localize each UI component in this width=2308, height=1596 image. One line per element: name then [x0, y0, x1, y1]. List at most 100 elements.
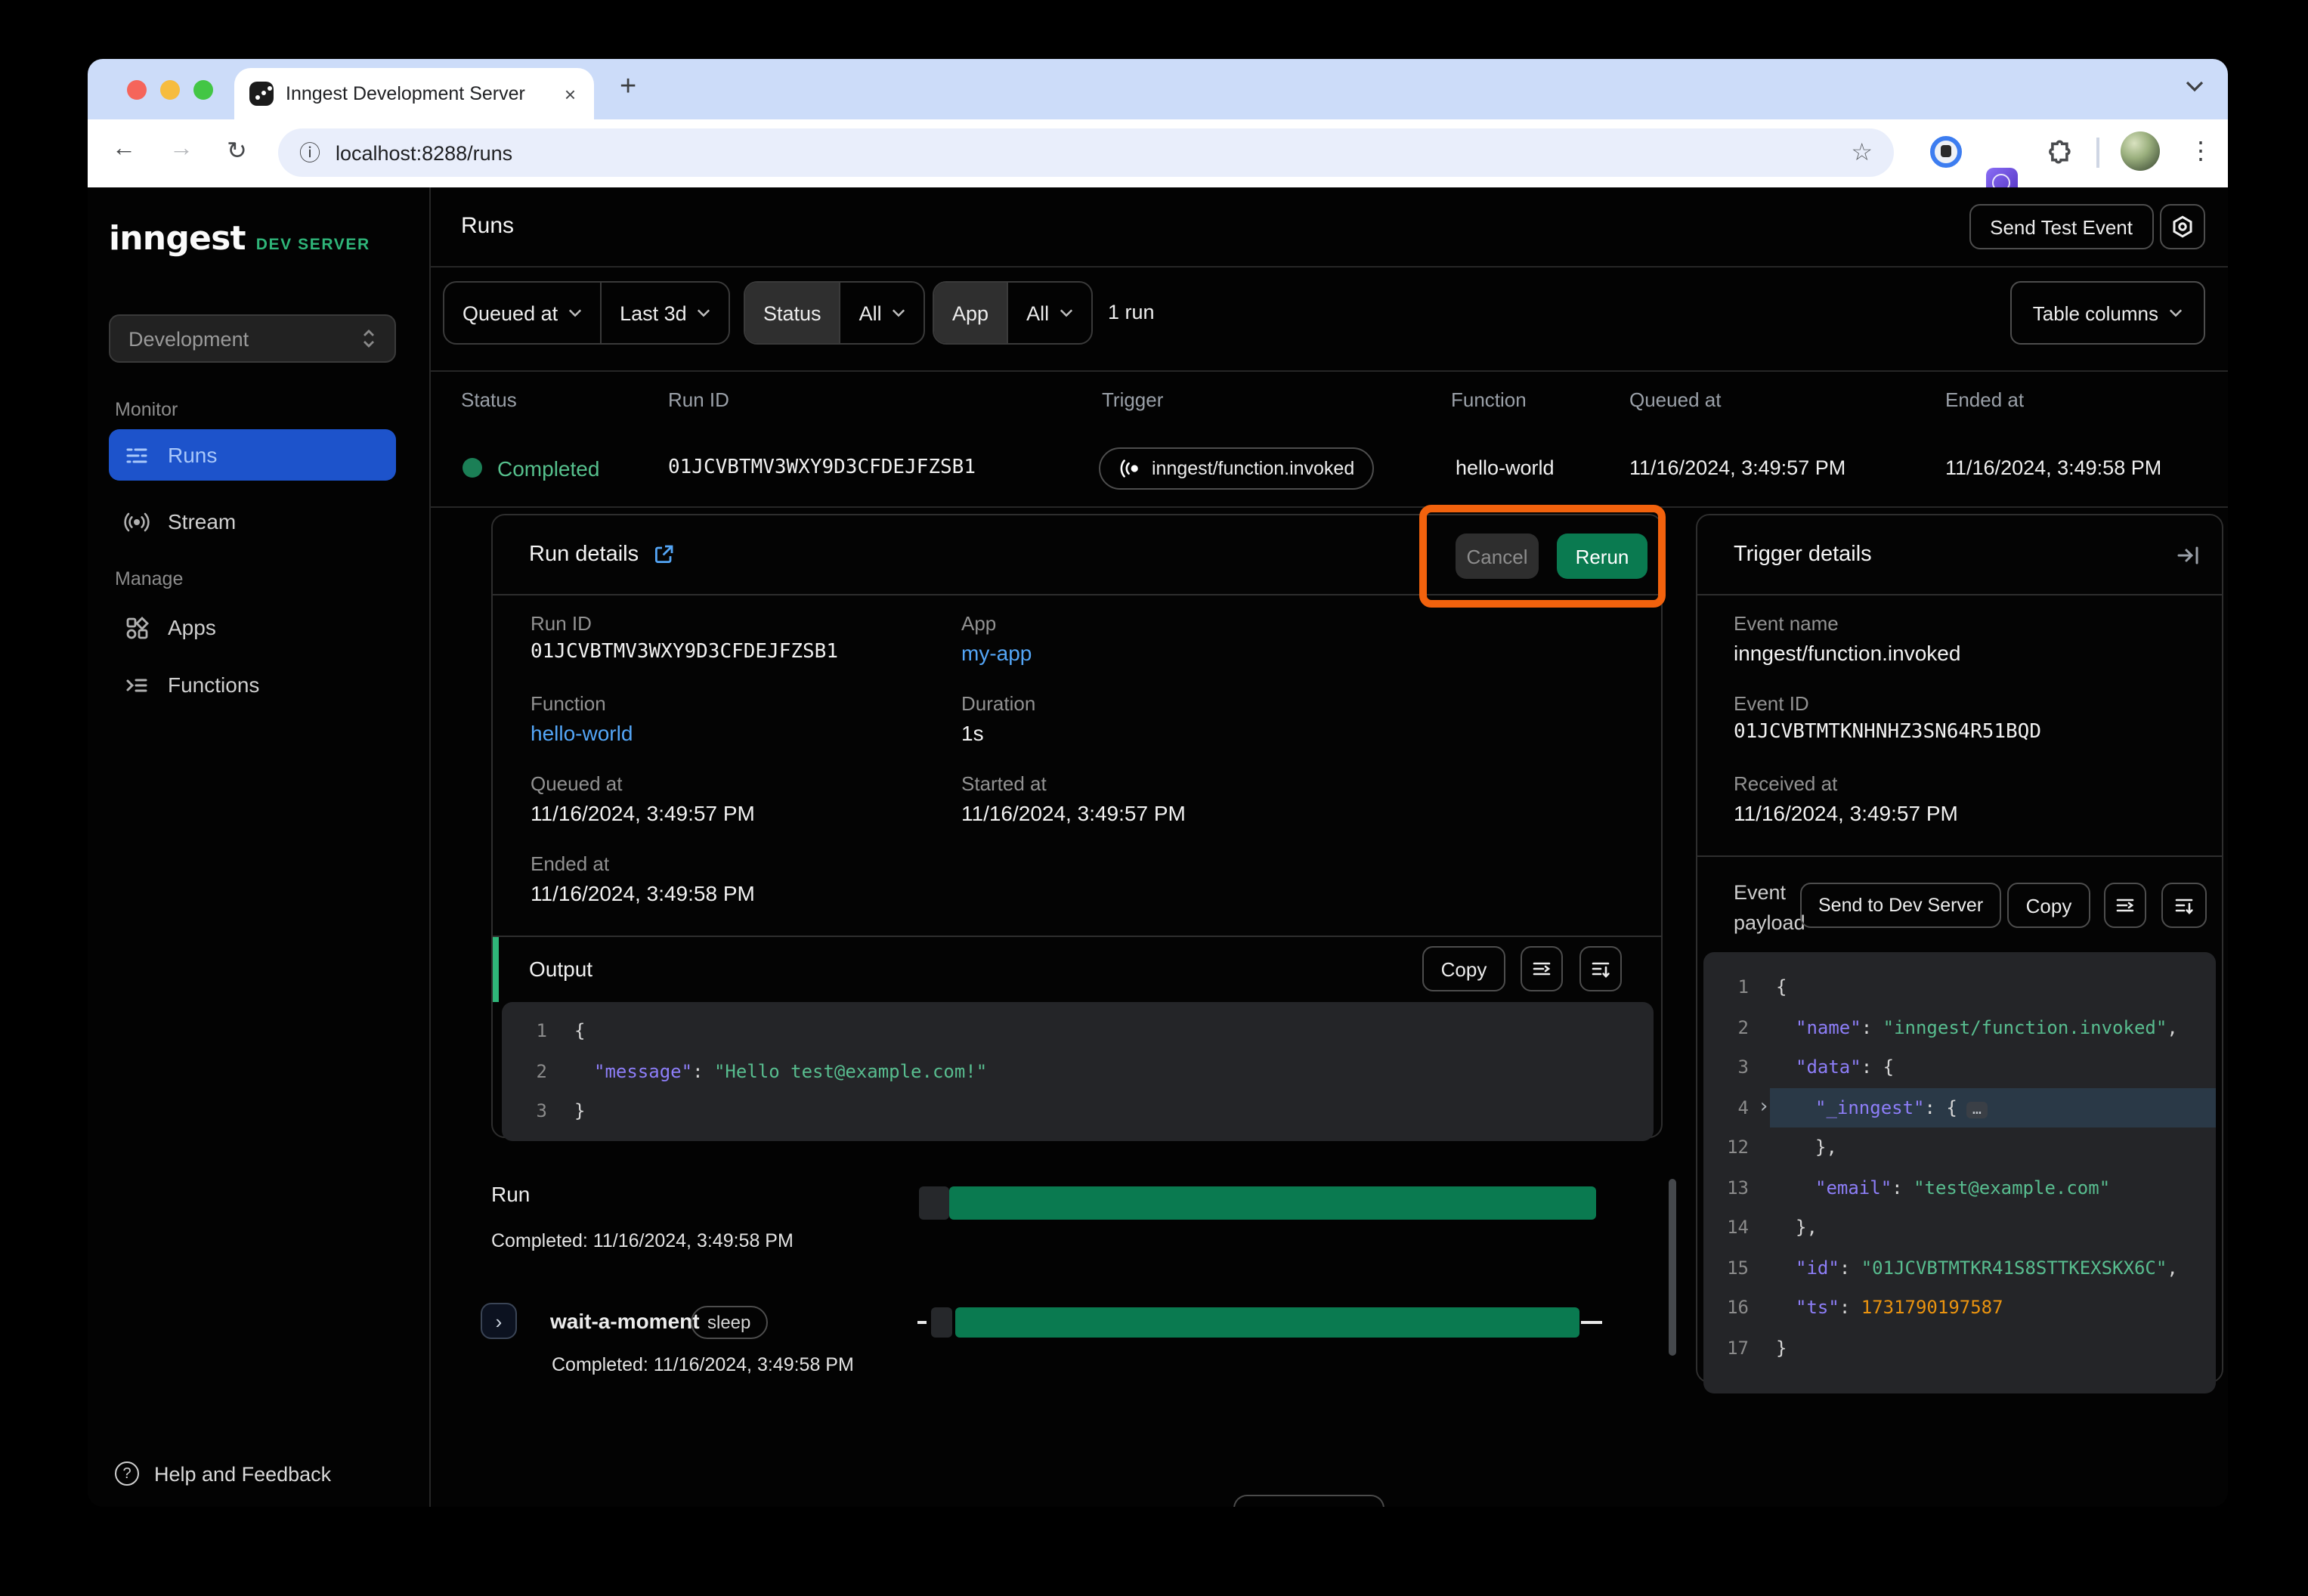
output-accent-bar — [493, 937, 499, 1002]
output-wrap-lines-button[interactable] — [1521, 946, 1563, 991]
started-at-value: 11/16/2024, 3:49:57 PM — [961, 801, 1186, 825]
table-row[interactable]: Completed 01JCVBTMV3WXY9D3CFDEJFZSB1 inn… — [431, 429, 2228, 508]
environment-select[interactable]: Development — [109, 314, 396, 363]
app-link[interactable]: my-app — [961, 641, 1032, 665]
app-filter-select[interactable]: All — [1007, 283, 1091, 343]
payload-expand-button[interactable] — [2161, 883, 2207, 928]
page-header: Runs Send Test Event — [431, 187, 2228, 268]
external-link-icon[interactable] — [652, 544, 673, 565]
table-columns-button[interactable]: Table columns — [2010, 281, 2205, 345]
code-text: }, — [1776, 1217, 2216, 1239]
sidebar-item-label: Apps — [168, 615, 216, 639]
sidebar-item-apps[interactable]: Apps — [109, 602, 396, 653]
output-copy-button[interactable]: Copy — [1422, 946, 1505, 991]
started-at-label: Started at — [961, 772, 1047, 795]
panel-divider — [1697, 855, 2222, 857]
scrollbar-thumb[interactable] — [1669, 1179, 1676, 1356]
event-id-value: 01JCVBTMTKNHNHZ3SN64R51BQD — [1734, 721, 2041, 744]
minimize-window-button[interactable] — [160, 80, 180, 100]
tab-close-icon[interactable]: × — [562, 82, 579, 105]
trigger-pill[interactable]: inngest/function.invoked — [1099, 447, 1374, 490]
chevron-down-icon — [698, 308, 711, 317]
extensions-puzzle-icon[interactable] — [2043, 138, 2072, 166]
time-range-select[interactable]: Last 3d — [600, 283, 729, 343]
page-title: Runs — [461, 187, 514, 266]
code-text: "name": "inngest/function.invoked", — [1776, 1017, 2216, 1038]
wrap-lines-icon — [2115, 895, 2136, 916]
status-filter-select[interactable]: All — [840, 283, 924, 343]
tab-title: Inngest Development Server — [286, 83, 549, 104]
profile-avatar[interactable] — [2121, 131, 2160, 171]
reload-icon[interactable]: ↻ — [227, 136, 247, 166]
fold-chevron-icon[interactable]: › — [1758, 1096, 1776, 1119]
step-type-badge: sleep — [691, 1306, 767, 1339]
browser-menu-icon[interactable]: ⋮ — [2189, 136, 2213, 166]
tab-search-icon[interactable] — [2186, 80, 2204, 92]
help-icon: ? — [115, 1461, 139, 1486]
event-name-value: inngest/function.invoked — [1734, 641, 1960, 665]
tab-strip: Inngest Development Server × + — [88, 59, 2228, 119]
code-text: "_inngest": {… — [1776, 1097, 2216, 1118]
code-text: "message": "Hello test@example.com!" — [574, 1061, 1654, 1082]
code-line: 17} — [1703, 1328, 2216, 1368]
line-number: 12 — [1716, 1137, 1749, 1158]
run-details-panel: Run details Cancel Rerun Run ID 01JCVBTM… — [491, 514, 1663, 1138]
code-text: } — [1776, 1338, 2216, 1359]
step-expand-button[interactable]: › — [481, 1303, 517, 1339]
send-to-dev-server-button[interactable]: Send to Dev Server — [1800, 883, 2001, 928]
url-text[interactable]: localhost:8288/runs — [336, 141, 1836, 164]
step-completed-text: Completed: 11/16/2024, 3:49:58 PM — [552, 1354, 854, 1375]
browser-tab[interactable]: Inngest Development Server × — [234, 68, 594, 119]
password-extension-icon[interactable] — [1930, 136, 1962, 168]
output-expand-button[interactable] — [1579, 946, 1622, 991]
collapse-panel-icon[interactable] — [2177, 544, 2201, 567]
functions-icon — [124, 672, 150, 697]
time-field-select[interactable]: Queued at — [444, 283, 600, 343]
back-icon[interactable]: ← — [112, 136, 136, 163]
address-bar[interactable]: ⓘ localhost:8288/runs ☆ — [278, 128, 1894, 177]
forward-icon[interactable]: → — [169, 136, 193, 163]
step-tick-start — [917, 1321, 927, 1324]
dev-server-badge: DEV SERVER — [256, 236, 370, 254]
help-and-feedback[interactable]: ? Help and Feedback — [115, 1461, 331, 1486]
apps-icon — [124, 614, 150, 640]
status-filter[interactable]: Status All — [744, 281, 926, 345]
trigger-name: inngest/function.invoked — [1152, 458, 1354, 479]
settings-gear-button[interactable] — [2160, 204, 2205, 249]
line-number: 16 — [1716, 1298, 1749, 1319]
run-id-cell: 01JCVBTMV3WXY9D3CFDEJFZSB1 — [668, 429, 976, 508]
toolbar-divider — [2096, 138, 2099, 168]
cutoff-button[interactable] — [1233, 1495, 1384, 1507]
bookmark-star-icon[interactable]: ☆ — [1851, 138, 1873, 168]
sidebar-item-functions[interactable]: Functions — [109, 659, 396, 710]
payload-wrap-lines-button[interactable] — [2104, 883, 2146, 928]
chevron-down-icon — [893, 308, 906, 317]
code-line: 16 "ts": 1731790197587 — [1703, 1288, 2216, 1328]
time-filter[interactable]: Queued at Last 3d — [443, 281, 731, 345]
close-window-button[interactable] — [127, 80, 147, 100]
function-link[interactable]: hello-world — [531, 721, 633, 745]
payload-copy-button[interactable]: Copy — [2007, 883, 2090, 928]
sidebar-item-runs[interactable]: Runs — [109, 429, 396, 481]
step-duration-bar[interactable] — [955, 1307, 1579, 1338]
site-info-icon[interactable]: ⓘ — [299, 138, 320, 168]
line-number: 17 — [1716, 1338, 1749, 1359]
rerun-button[interactable]: Rerun — [1557, 534, 1647, 579]
new-tab-button[interactable]: + — [620, 71, 636, 104]
run-id-label: Run ID — [531, 612, 592, 635]
code-line: 15"id": "01JCVBTMTKR41S8STTKEXSKX6C", — [1703, 1248, 2216, 1288]
cancel-button[interactable]: Cancel — [1456, 534, 1539, 579]
col-header-function: Function — [1451, 370, 1527, 429]
status-filter-label: Status — [745, 283, 840, 343]
run-duration-bar[interactable] — [949, 1186, 1596, 1220]
code-text: } — [574, 1101, 1654, 1122]
runs-icon — [124, 442, 150, 468]
output-code: 1{2"message": "Hello test@example.com!"3… — [502, 1002, 1654, 1141]
code-text: }, — [1776, 1137, 2216, 1158]
code-text: "ts": 1731790197587 — [1776, 1298, 2216, 1319]
send-test-event-button[interactable]: Send Test Event — [1969, 204, 2154, 249]
maximize-window-button[interactable] — [193, 80, 213, 100]
app-label: App — [961, 612, 996, 635]
app-filter[interactable]: App All — [933, 281, 1093, 345]
sidebar-item-stream[interactable]: Stream — [109, 496, 396, 547]
